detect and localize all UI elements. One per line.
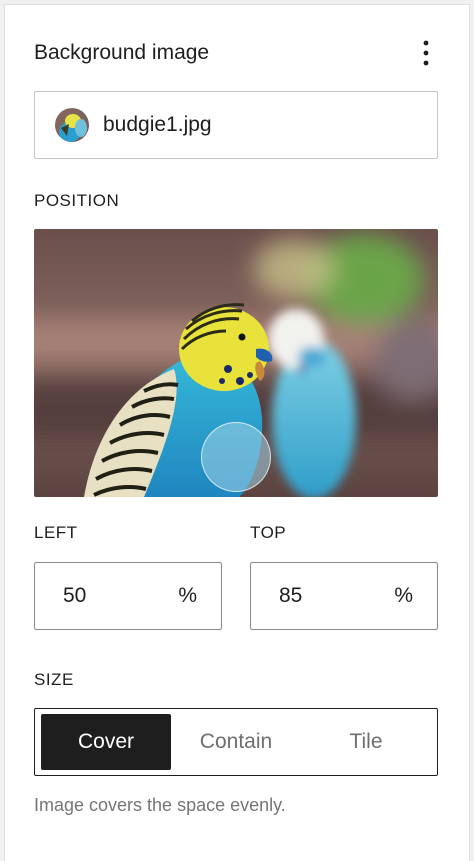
position-label: POSITION [34,191,120,210]
image-file-button[interactable]: budgie1.jpg [34,91,438,159]
focal-point-handle[interactable] [201,421,271,492]
panel-title: Background image [34,41,210,64]
size-label: SIZE [34,670,74,689]
background-image-panel: Background image budgie1.jpg POSITION LE… [4,4,470,861]
top-value[interactable]: 85 [279,584,302,608]
image-thumbnail [55,108,89,142]
size-help-text: Image covers the space evenly. [34,795,286,815]
size-option-contain[interactable]: Contain [171,714,301,770]
size-option-cover[interactable]: Cover [41,714,171,770]
left-input[interactable]: 50 % [34,562,222,630]
focal-point-picker[interactable] [34,229,438,497]
left-value[interactable]: 50 [63,584,86,608]
top-input[interactable]: 85 % [250,562,438,630]
left-label: LEFT [34,523,78,542]
more-vertical-icon [423,40,429,66]
image-file-name: budgie1.jpg [103,113,212,136]
left-unit: % [178,584,197,607]
top-unit: % [394,584,413,607]
panel-header: Background image [34,35,444,71]
size-option-tile[interactable]: Tile [301,714,431,770]
size-toggle-group: Cover Contain Tile [34,708,438,776]
top-label: TOP [250,523,287,542]
more-options-button[interactable] [408,35,444,71]
